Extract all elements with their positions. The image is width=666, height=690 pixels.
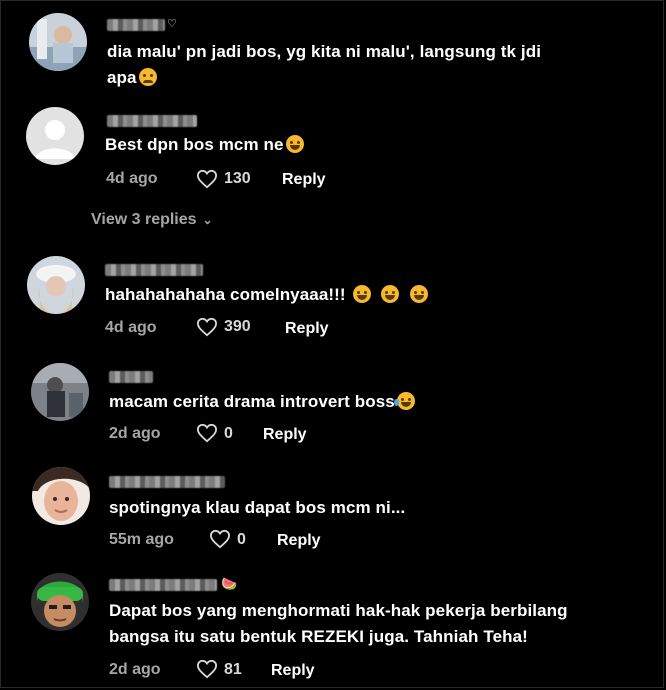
rolling-laughing-emoji-icon	[352, 285, 371, 303]
like-count: 0	[237, 531, 246, 548]
like-count: 390	[224, 318, 251, 335]
comment-text-line: Dapat bos yang menghormati hak-hak peker…	[109, 601, 568, 620]
view-replies-button[interactable]: View 3 replies ⌄	[91, 210, 213, 230]
comment-text: spotingnya klau dapat bos mcm ni...	[109, 495, 405, 521]
reply-button[interactable]: Reply	[285, 319, 329, 339]
comment-time: 4d ago	[106, 170, 158, 187]
comment-text-content: macam cerita drama introvert boss	[109, 392, 395, 411]
comment-text: Best dpn bos mcm ne	[105, 132, 304, 158]
comment-time: 2d ago	[109, 425, 161, 442]
username-redacted[interactable]	[107, 19, 165, 31]
heart-outline-icon[interactable]	[196, 169, 218, 189]
reply-button[interactable]: Reply	[282, 170, 326, 190]
comment-text: Dapat bos yang menghormati hak-hak peker…	[109, 598, 649, 650]
heart-outline-icon[interactable]	[209, 529, 231, 549]
tears-of-joy-emoji-icon	[393, 392, 415, 410]
rolling-laughing-emoji-icon	[285, 135, 304, 153]
chevron-down-icon: ⌄	[202, 213, 213, 227]
comment-time: 2d ago	[109, 661, 161, 678]
reply-button[interactable]: Reply	[277, 531, 321, 551]
comment-text: dia malu' pn jadi bos, yg kita ni malu',…	[107, 39, 647, 91]
weary-face-emoji-icon	[138, 68, 157, 86]
rolling-laughing-emoji-icon	[381, 285, 400, 303]
comment-text-content: Best dpn bos mcm ne	[105, 135, 284, 154]
rolling-laughing-emoji-icon	[410, 285, 429, 303]
avatar[interactable]	[31, 363, 89, 421]
username-badge: ♡	[167, 18, 177, 30]
avatar[interactable]	[31, 573, 89, 631]
username-redacted[interactable]	[109, 371, 153, 383]
reply-button[interactable]: Reply	[271, 661, 315, 681]
comment-time: 55m ago	[109, 531, 174, 548]
reply-button[interactable]: Reply	[263, 425, 307, 445]
comment-time: 4d ago	[105, 319, 157, 336]
comment-text: macam cerita drama introvert boss	[109, 389, 415, 415]
view-replies-label: View 3 replies	[91, 211, 197, 228]
comment-panel: ♡ dia malu' pn jadi bos, yg kita ni malu…	[0, 0, 664, 688]
comment-text-content: spotingnya klau dapat bos mcm ni...	[109, 498, 406, 517]
comment-text: hahahahahaha comelnyaaa!!!	[105, 282, 429, 308]
avatar[interactable]	[29, 13, 87, 71]
username-redacted[interactable]	[105, 264, 203, 276]
avatar[interactable]	[27, 256, 85, 314]
comment-text-content: hahahahahaha comelnyaaa!!!	[105, 285, 351, 304]
default-avatar-icon[interactable]	[26, 107, 84, 165]
heart-outline-icon[interactable]	[196, 317, 218, 337]
watermelon-icon: 🍉	[221, 576, 238, 591]
username-redacted[interactable]	[109, 579, 217, 591]
comment-text-line: bangsa itu satu bentuk REZEKI juga. Tahn…	[109, 627, 528, 646]
username-redacted[interactable]	[107, 115, 197, 127]
username-redacted[interactable]	[109, 476, 225, 488]
like-count: 130	[224, 170, 251, 187]
like-count: 0	[224, 425, 233, 442]
heart-outline-icon[interactable]	[196, 659, 218, 679]
like-count: 81	[224, 661, 242, 678]
avatar[interactable]	[32, 467, 90, 525]
heart-outline-icon[interactable]	[196, 423, 218, 443]
comment-text-line: dia malu' pn jadi bos, yg kita ni malu',…	[107, 42, 542, 61]
comment-text-line: apa	[107, 68, 137, 87]
